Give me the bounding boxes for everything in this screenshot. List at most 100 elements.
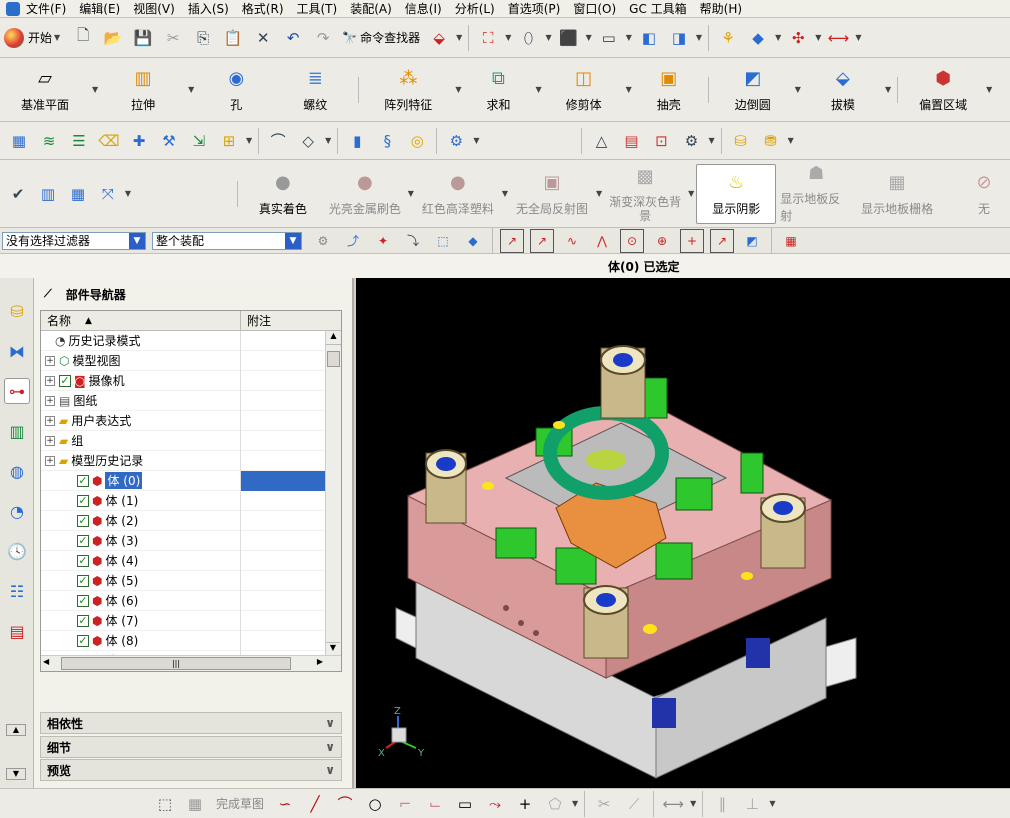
tree-row[interactable]: + ▰ 组 bbox=[41, 430, 341, 451]
finish-sketch-icon[interactable]: ▦ bbox=[183, 792, 207, 816]
snap-point-icon[interactable]: ⚘ bbox=[716, 26, 740, 50]
show-shadow-button[interactable]: ♨ 显示阴影 bbox=[696, 163, 777, 224]
scroll-down-icon[interactable]: ▼ bbox=[326, 642, 340, 656]
unite-button[interactable]: ⧉ 求和 bbox=[463, 60, 533, 120]
snap-on-curve-icon[interactable]: ↗ bbox=[710, 228, 734, 253]
trim-body-button[interactable]: ◫ 修剪体 bbox=[544, 60, 624, 120]
tree-row[interactable]: ✓ ⬢ 体 (3) bbox=[41, 530, 341, 551]
menu-gc-toolbox[interactable]: GC 工具箱 bbox=[629, 0, 687, 17]
assembly-navigator-tab-icon[interactable]: ⛁ bbox=[4, 298, 30, 324]
snap-on-face-icon[interactable]: ◩ bbox=[740, 229, 764, 253]
graphics-window[interactable]: Z X Y bbox=[356, 278, 1010, 788]
select-face-icon[interactable]: ⤵ bbox=[401, 229, 425, 253]
menu-help[interactable]: 帮助(H) bbox=[700, 0, 742, 17]
scroll-left-icon[interactable]: ◀ bbox=[43, 657, 49, 666]
scroll-up-icon[interactable]: ▲ bbox=[326, 331, 341, 345]
fit-view-icon[interactable]: ⛶ bbox=[476, 26, 500, 50]
constraint-navigator-tab-icon[interactable]: ⧓ bbox=[4, 338, 30, 364]
datum-plane-button[interactable]: ▱ 基准平面 bbox=[0, 60, 90, 120]
pattern-feature-button[interactable]: ⁂ 阵列特征 bbox=[363, 60, 453, 120]
redo-icon[interactable]: ↷ bbox=[311, 26, 335, 50]
clock-tab-icon[interactable]: 🕓 bbox=[4, 538, 30, 564]
info-icon[interactable]: ▥ bbox=[36, 182, 60, 206]
edge-blend-button[interactable]: ◩ 边倒圆 bbox=[713, 60, 793, 120]
visibility-checkbox[interactable]: ✓ bbox=[77, 514, 89, 527]
shell-button[interactable]: ▣ 抽壳 bbox=[634, 60, 704, 120]
calendar-table-icon[interactable]: ▤ bbox=[619, 129, 643, 153]
undo-icon[interactable]: ↶ bbox=[281, 26, 305, 50]
selection-mode-icon[interactable]: ◆ bbox=[746, 26, 770, 50]
tree-vertical-scrollbar[interactable]: ▲ ▼ bbox=[325, 331, 341, 656]
scroll-down-icon[interactable]: ▼ bbox=[6, 768, 26, 780]
extrude-button[interactable]: ▥ 拉伸 bbox=[100, 60, 186, 120]
chamfer-icon[interactable]: ⌙ bbox=[423, 792, 447, 816]
triangle-icon[interactable]: △ bbox=[589, 129, 613, 153]
tree-row[interactable]: ✓ ⬢ 体 (6) bbox=[41, 590, 341, 611]
layer-settings-icon[interactable]: ☰ bbox=[67, 129, 91, 153]
roles-tab-icon[interactable]: ▤ bbox=[4, 618, 30, 644]
pin-icon[interactable]: ⟋ bbox=[44, 287, 52, 301]
quick-trim-icon[interactable]: ✂ bbox=[592, 792, 616, 816]
save-icon[interactable]: 💾 bbox=[131, 26, 155, 50]
tree-row[interactable]: ✓ ⬢ 体 (1) bbox=[41, 490, 341, 511]
arc-icon[interactable]: ⌒ bbox=[333, 792, 357, 816]
point-icon[interactable]: + bbox=[513, 792, 537, 816]
motion-icon[interactable]: ⚙ bbox=[444, 129, 468, 153]
open-folder-icon[interactable]: 📂 bbox=[101, 26, 125, 50]
gradient-background-button[interactable]: ▩ 渐变深灰色背景 bbox=[604, 164, 686, 224]
circle-icon[interactable]: ○ bbox=[363, 792, 387, 816]
grid-icon[interactable]: ▦ bbox=[779, 229, 803, 253]
profile-icon[interactable]: ∽ bbox=[273, 792, 297, 816]
snap-intersection-icon[interactable]: ⋀ bbox=[590, 229, 614, 253]
snap-quadrant-icon[interactable]: ⊕ bbox=[650, 229, 674, 253]
tree-row[interactable]: ✓ ⬢ 体 (7) bbox=[41, 610, 341, 631]
dimension-icon[interactable]: ⟷ bbox=[661, 792, 685, 816]
assembly-constraints-icon[interactable]: ⚒ bbox=[157, 129, 181, 153]
web-browser-tab-icon[interactable]: ◍ bbox=[4, 458, 30, 484]
scroll-thumb[interactable]: ||| bbox=[61, 657, 291, 670]
studio-spline-icon[interactable]: ⤳ bbox=[483, 792, 507, 816]
visibility-checkbox[interactable]: ✓ bbox=[59, 374, 71, 387]
true-shading-button[interactable]: ● 真实着色 bbox=[242, 164, 324, 224]
expand-icon[interactable]: + bbox=[45, 415, 55, 426]
eraser-icon[interactable]: ⌫ bbox=[97, 129, 121, 153]
expand-icon[interactable]: + bbox=[45, 435, 55, 446]
delete-icon[interactable]: ✕ bbox=[251, 26, 275, 50]
check-geometry-icon[interactable]: ✔ bbox=[6, 182, 30, 206]
move-component-icon[interactable]: ⇲ bbox=[187, 129, 211, 153]
layers-icon[interactable]: ≋ bbox=[37, 129, 61, 153]
rectangle-icon[interactable]: ▭ bbox=[453, 792, 477, 816]
visibility-checkbox[interactable]: ✓ bbox=[77, 474, 89, 487]
snap-midpoint-icon[interactable]: ↗ bbox=[530, 228, 554, 253]
measure-icon[interactable]: ⟷ bbox=[826, 26, 850, 50]
visibility-checkbox[interactable]: ✓ bbox=[77, 614, 89, 627]
cube-view-icon[interactable]: ⬛ bbox=[557, 26, 581, 50]
mold-wizard-icon[interactable]: ⛁ bbox=[729, 129, 753, 153]
selection-filter-dropdown[interactable]: 没有选择过滤器 ▼ bbox=[2, 231, 146, 250]
column-note[interactable]: 附注 bbox=[241, 311, 341, 330]
visibility-checkbox[interactable]: ✓ bbox=[77, 634, 89, 647]
tree-row[interactable]: ◔ 历史记录模式 bbox=[41, 330, 341, 351]
assembly-navigator-icon[interactable]: ▦ bbox=[7, 129, 31, 153]
add-component-icon[interactable]: ✚ bbox=[127, 129, 151, 153]
command-finder-button[interactable]: 🔭 命令查找器 bbox=[342, 29, 420, 46]
paste-icon[interactable]: 📋 bbox=[221, 26, 245, 50]
select-curve-icon[interactable]: ✦ bbox=[371, 229, 395, 253]
dependencies-panel[interactable]: 相依性 ∨ bbox=[40, 712, 342, 734]
expand-icon[interactable]: + bbox=[45, 375, 55, 386]
process-studio-tab-icon[interactable]: ☷ bbox=[4, 578, 30, 604]
details-panel[interactable]: 细节 ∨ bbox=[40, 736, 342, 758]
scope-dropdown[interactable]: 整个装配 ▼ bbox=[152, 231, 302, 250]
menu-analysis[interactable]: 分析(L) bbox=[455, 0, 495, 17]
draft-button[interactable]: ⬙ 拔模 bbox=[803, 60, 883, 120]
quick-extend-icon[interactable]: ⟋ bbox=[622, 792, 646, 816]
preview-panel[interactable]: 预览 ∨ bbox=[40, 759, 342, 781]
scroll-up-icon[interactable]: ▲ bbox=[6, 724, 26, 736]
select-solid-icon[interactable]: ◆ bbox=[461, 229, 485, 253]
shaded-icon[interactable]: ⬯ bbox=[516, 26, 540, 50]
menu-info[interactable]: 信息(I) bbox=[405, 0, 442, 17]
menu-edit[interactable]: 编辑(E) bbox=[79, 0, 120, 17]
axis-orient-icon[interactable]: ⤧ bbox=[96, 182, 120, 206]
select-feature-icon[interactable]: ⤴ bbox=[341, 229, 365, 253]
cut-icon[interactable]: ✂ bbox=[161, 26, 185, 50]
